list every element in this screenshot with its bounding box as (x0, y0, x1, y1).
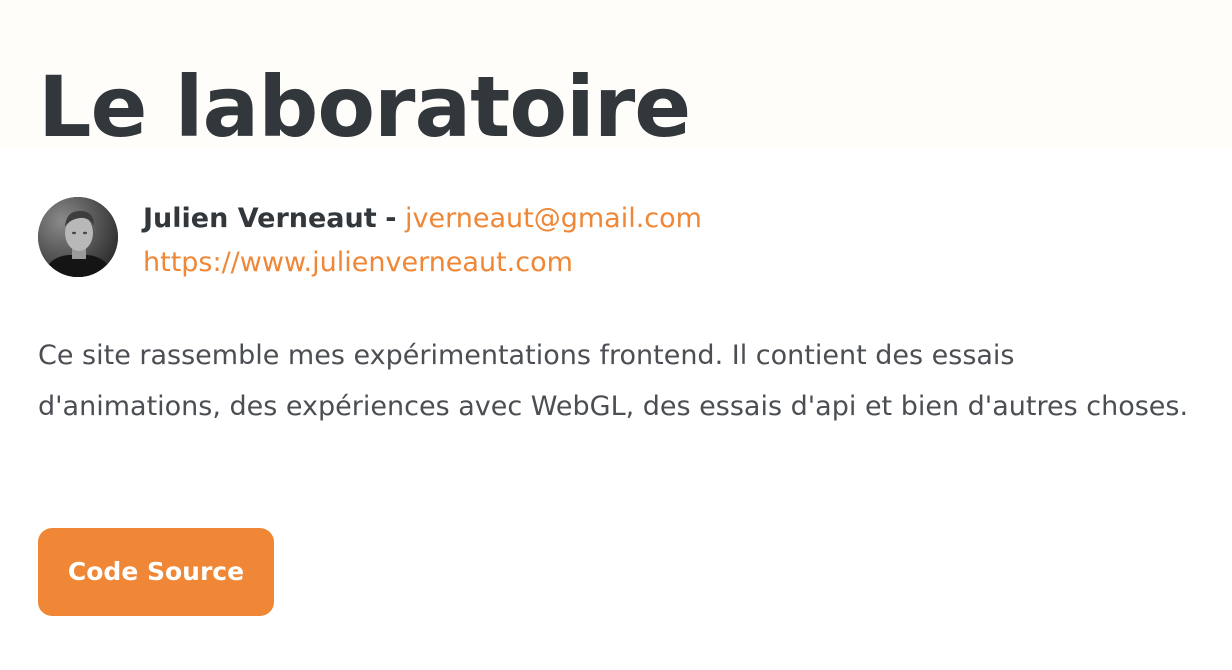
email-link[interactable]: jverneaut@gmail.com (405, 203, 702, 234)
author-line-website: https://www.julienverneaut.com (143, 241, 843, 285)
site-description: Ce site rassemble mes expérimentations f… (38, 340, 1189, 422)
website-link[interactable]: https://www.julienverneaut.com (143, 247, 573, 278)
avatar-portrait-image (38, 197, 118, 277)
author-info: Julien Verneaut - jverneaut@gmail.com ht… (143, 197, 843, 285)
author-name: Julien Verneaut (143, 203, 377, 234)
page-title: Le laboratoire (38, 58, 691, 156)
author-separator: - (385, 203, 397, 234)
source-code-button[interactable]: Code Source (38, 528, 274, 616)
avatar (38, 197, 118, 277)
author-line-contact: Julien Verneaut - jverneaut@gmail.com (143, 197, 843, 241)
